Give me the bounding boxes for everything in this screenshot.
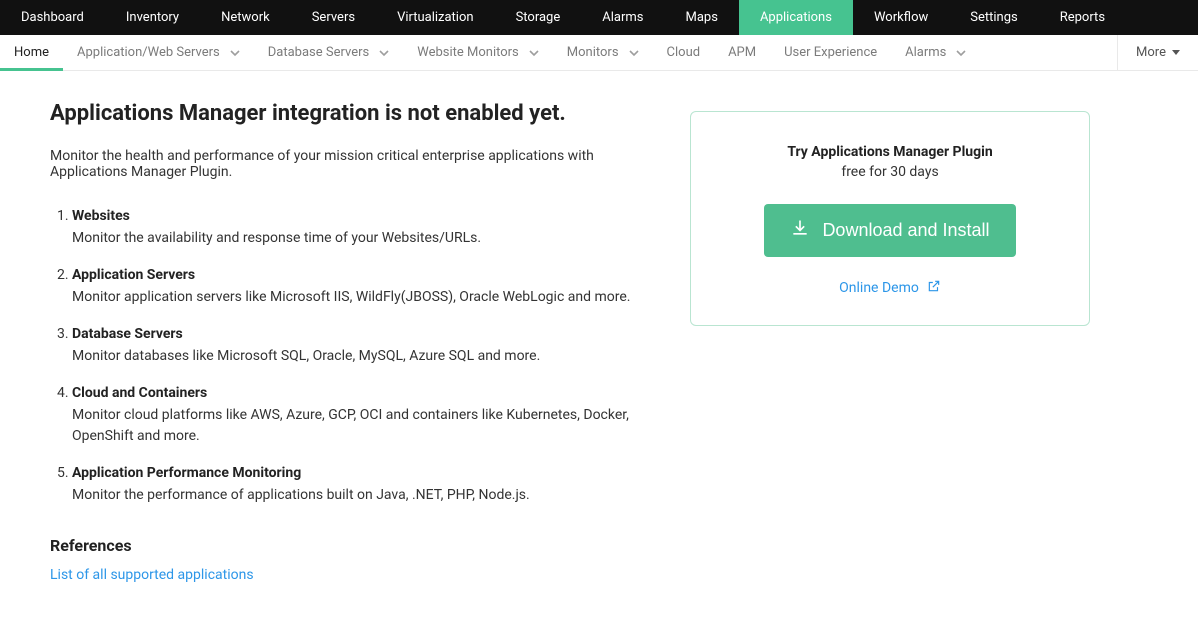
subnav-monitors[interactable]: Monitors bbox=[553, 35, 653, 70]
feature-item: Application Performance Monitoring Monit… bbox=[72, 465, 650, 506]
references-link[interactable]: List of all supported applications bbox=[50, 567, 254, 583]
feature-title: Application Performance Monitoring bbox=[72, 465, 650, 481]
promo-title: Try Applications Manager Plugin bbox=[721, 144, 1059, 160]
download-install-button[interactable]: Download and Install bbox=[764, 204, 1015, 257]
subnav-label: Website Monitors bbox=[417, 45, 519, 60]
nav-applications[interactable]: Applications bbox=[739, 0, 853, 35]
feature-list: Websites Monitor the availability and re… bbox=[50, 208, 650, 506]
feature-desc: Monitor cloud platforms like AWS, Azure,… bbox=[72, 407, 629, 444]
feature-desc: Monitor the availability and response ti… bbox=[72, 230, 481, 246]
demo-label: Online Demo bbox=[839, 280, 919, 296]
caret-down-icon bbox=[1172, 50, 1180, 55]
subnav-apm[interactable]: APM bbox=[714, 35, 770, 70]
subnav-label: APM bbox=[728, 45, 756, 60]
nav-dashboard[interactable]: Dashboard bbox=[0, 0, 105, 35]
subnav-database-servers[interactable]: Database Servers bbox=[254, 35, 403, 70]
subnav-label: User Experience bbox=[784, 45, 877, 60]
right-column: Try Applications Manager Plugin free for… bbox=[690, 101, 1090, 326]
subnav-label: Application/Web Servers bbox=[77, 45, 220, 60]
chevron-down-icon bbox=[230, 48, 240, 58]
nav-reports[interactable]: Reports bbox=[1039, 0, 1126, 35]
chevron-down-icon bbox=[629, 48, 639, 58]
subnav-label: Monitors bbox=[567, 45, 619, 60]
page-title: Applications Manager integration is not … bbox=[50, 101, 650, 126]
nav-servers[interactable]: Servers bbox=[291, 0, 376, 35]
feature-title: Cloud and Containers bbox=[72, 385, 650, 401]
feature-item: Cloud and Containers Monitor cloud platf… bbox=[72, 385, 650, 447]
subnav-label: Cloud bbox=[667, 45, 701, 60]
feature-item: Database Servers Monitor databases like … bbox=[72, 326, 650, 367]
subnav-label: Database Servers bbox=[268, 45, 369, 60]
feature-desc: Monitor the performance of applications … bbox=[72, 487, 530, 503]
feature-title: Websites bbox=[72, 208, 650, 224]
references-heading: References bbox=[50, 536, 650, 555]
feature-desc: Monitor databases like Microsoft SQL, Or… bbox=[72, 348, 540, 364]
chevron-down-icon bbox=[379, 48, 389, 58]
subnav-label: Alarms bbox=[905, 45, 946, 60]
subnav-user-experience[interactable]: User Experience bbox=[770, 35, 891, 70]
chevron-down-icon bbox=[956, 48, 966, 58]
subnav-more[interactable]: More bbox=[1117, 35, 1198, 70]
subnav-website-monitors[interactable]: Website Monitors bbox=[403, 35, 553, 70]
nav-inventory[interactable]: Inventory bbox=[105, 0, 200, 35]
nav-network[interactable]: Network bbox=[200, 0, 291, 35]
nav-alarms[interactable]: Alarms bbox=[581, 0, 664, 35]
feature-title: Database Servers bbox=[72, 326, 650, 342]
download-label: Download and Install bbox=[822, 220, 989, 241]
sub-nav: Home Application/Web Servers Database Se… bbox=[0, 35, 1198, 71]
feature-item: Websites Monitor the availability and re… bbox=[72, 208, 650, 249]
nav-maps[interactable]: Maps bbox=[665, 0, 739, 35]
subnav-home[interactable]: Home bbox=[0, 35, 63, 70]
download-icon bbox=[790, 218, 810, 243]
nav-storage[interactable]: Storage bbox=[495, 0, 582, 35]
feature-desc: Monitor application servers like Microso… bbox=[72, 289, 630, 305]
online-demo-link[interactable]: Online Demo bbox=[839, 279, 941, 297]
promo-box: Try Applications Manager Plugin free for… bbox=[690, 111, 1090, 326]
feature-title: Application Servers bbox=[72, 267, 650, 283]
promo-subtitle: free for 30 days bbox=[721, 164, 1059, 180]
external-link-icon bbox=[927, 279, 941, 297]
subnav-alarms[interactable]: Alarms bbox=[891, 35, 980, 70]
nav-virtualization[interactable]: Virtualization bbox=[376, 0, 495, 35]
nav-workflow[interactable]: Workflow bbox=[853, 0, 949, 35]
subnav-more-label: More bbox=[1136, 45, 1166, 60]
nav-settings[interactable]: Settings bbox=[949, 0, 1038, 35]
left-column: Applications Manager integration is not … bbox=[50, 101, 650, 583]
subnav-label: Home bbox=[14, 45, 49, 60]
feature-item: Application Servers Monitor application … bbox=[72, 267, 650, 308]
subnav-cloud[interactable]: Cloud bbox=[653, 35, 715, 70]
chevron-down-icon bbox=[529, 48, 539, 58]
main-content: Applications Manager integration is not … bbox=[0, 71, 1198, 623]
page-description: Monitor the health and performance of yo… bbox=[50, 148, 650, 180]
subnav-app-web-servers[interactable]: Application/Web Servers bbox=[63, 35, 254, 70]
top-nav: Dashboard Inventory Network Servers Virt… bbox=[0, 0, 1198, 35]
